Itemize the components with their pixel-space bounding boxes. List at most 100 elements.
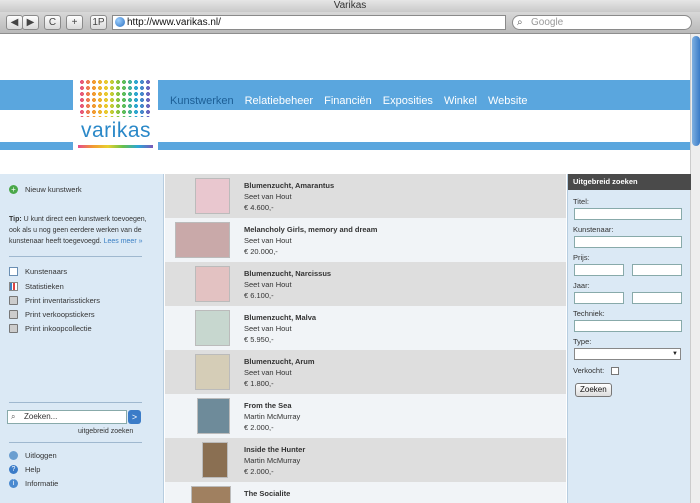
- printer-icon: [9, 296, 18, 305]
- sidebar-item-info[interactable]: i Informatie: [9, 479, 58, 488]
- artwork-price: € 4.600,-: [244, 203, 274, 212]
- add-icon: +: [9, 185, 18, 194]
- artwork-title[interactable]: From the Sea: [244, 401, 292, 410]
- logo-dots-graphic: [79, 79, 151, 117]
- sidebar-item-statistieken[interactable]: Statistieken: [9, 282, 64, 291]
- search-submit-button[interactable]: Zoeken: [575, 383, 612, 397]
- artwork-price: € 2.000,-: [244, 423, 274, 432]
- artwork-title[interactable]: Inside the Hunter: [244, 445, 305, 454]
- sidebar-item-label: Help: [25, 465, 41, 474]
- title-field[interactable]: [574, 208, 682, 220]
- nav-financien[interactable]: Financiën: [324, 80, 372, 110]
- quick-search-placeholder: Zoeken...: [24, 412, 58, 421]
- nav-kunstwerken[interactable]: Kunstwerken: [170, 80, 234, 110]
- artwork-thumbnail[interactable]: [191, 486, 231, 503]
- artwork-thumbnail[interactable]: [175, 222, 230, 258]
- artwork-row[interactable]: The Socialite: [165, 482, 566, 503]
- artwork-artist: Seet van Hout: [244, 368, 292, 377]
- artwork-price: € 6.100,-: [244, 291, 274, 300]
- nav-website[interactable]: Website: [488, 80, 528, 110]
- password-button[interactable]: 1P: [90, 15, 107, 30]
- artwork-row[interactable]: Melancholy Girls, memory and dream Seet …: [165, 218, 566, 262]
- reload-button[interactable]: C: [44, 15, 61, 30]
- artwork-thumbnail[interactable]: [195, 266, 230, 302]
- sidebar-divider: [9, 442, 142, 443]
- year-label: Jaar:: [573, 281, 590, 290]
- artwork-title[interactable]: The Socialite: [244, 489, 290, 498]
- read-more-link[interactable]: Lees meer »: [104, 238, 143, 245]
- artwork-thumbnail[interactable]: [195, 310, 230, 346]
- nav-exposities[interactable]: Exposities: [383, 80, 433, 110]
- add-bookmark-button[interactable]: +: [66, 15, 83, 30]
- logo-text: varikas: [81, 119, 152, 142]
- artwork-thumbnail[interactable]: [195, 354, 230, 390]
- help-icon: ?: [9, 465, 18, 474]
- price-label: Prijs:: [573, 253, 590, 262]
- artwork-row[interactable]: Blumenzucht, Amarantus Seet van Hout € 4…: [165, 174, 566, 218]
- artwork-title[interactable]: Blumenzucht, Narcissus: [244, 269, 331, 278]
- artist-field[interactable]: [574, 236, 682, 248]
- advanced-search-link[interactable]: uitgebreid zoeken: [78, 428, 133, 435]
- artwork-row[interactable]: From the Sea Martin McMurray € 2.000,-: [165, 394, 566, 438]
- artwork-artist: Seet van Hout: [244, 280, 292, 289]
- sidebar-item-label: Print inventarisstickers: [25, 296, 101, 305]
- sidebar-item-help[interactable]: ? Help: [9, 465, 40, 474]
- sidebar-divider: [9, 402, 142, 403]
- artwork-artist: Seet van Hout: [244, 236, 292, 245]
- sidebar-item-label: Print inkoopcollectie: [25, 324, 92, 333]
- sidebar-item-print-purchase[interactable]: Print inkoopcollectie: [9, 324, 92, 333]
- artwork-row[interactable]: Blumenzucht, Malva Seet van Hout € 5.950…: [165, 306, 566, 350]
- google-search-field[interactable]: ⌕ Google: [512, 15, 692, 30]
- nav-relatiebeheer[interactable]: Relatiebeheer: [245, 80, 314, 110]
- sidebar-item-label: Uitloggen: [25, 451, 57, 460]
- browser-toolbar: ◀ ▶ C + 1P http://www.varikas.nl/ ⌕ Goog…: [0, 12, 700, 34]
- technique-field[interactable]: [574, 320, 682, 332]
- url-text: http://www.varikas.nl/: [127, 17, 221, 28]
- price-max-field[interactable]: [632, 264, 682, 276]
- google-search-placeholder: Google: [531, 17, 564, 28]
- sold-checkbox[interactable]: [611, 367, 619, 375]
- artwork-title[interactable]: Melancholy Girls, memory and dream: [244, 225, 377, 234]
- year-max-field[interactable]: [632, 292, 682, 304]
- site-logo[interactable]: varikas: [73, 73, 158, 151]
- artwork-row[interactable]: Blumenzucht, Narcissus Seet van Hout € 6…: [165, 262, 566, 306]
- quick-search-go-button[interactable]: >: [128, 410, 141, 424]
- printer-icon: [9, 310, 18, 319]
- artwork-row[interactable]: Blumenzucht, Arum Seet van Hout € 1.800,…: [165, 350, 566, 394]
- chevron-down-icon: ▼: [672, 351, 678, 357]
- year-min-field[interactable]: [574, 292, 624, 304]
- artwork-thumbnail[interactable]: [202, 442, 228, 478]
- artwork-thumbnail[interactable]: [197, 398, 230, 434]
- sold-label: Verkocht:: [573, 366, 605, 375]
- artwork-thumbnail[interactable]: [195, 178, 230, 214]
- tip-label: Tip:: [9, 216, 22, 223]
- new-artwork-link[interactable]: + Nieuw kunstwerk: [9, 185, 82, 194]
- scrollbar-thumb[interactable]: [692, 36, 700, 146]
- forward-button[interactable]: ▶: [22, 15, 39, 30]
- artwork-row[interactable]: Inside the Hunter Martin McMurray € 2.00…: [165, 438, 566, 482]
- sidebar-item-print-inventory[interactable]: Print inventarisstickers: [9, 296, 100, 305]
- quick-search-input[interactable]: ⌕ Zoeken...: [7, 410, 127, 424]
- artwork-price: € 2.000,-: [244, 467, 274, 476]
- back-button[interactable]: ◀: [6, 15, 23, 30]
- nav-winkel[interactable]: Winkel: [444, 80, 477, 110]
- price-min-field[interactable]: [574, 264, 624, 276]
- sidebar-divider: [9, 256, 142, 257]
- url-field[interactable]: http://www.varikas.nl/: [112, 15, 506, 30]
- sidebar-item-label: Statistieken: [25, 282, 64, 291]
- sidebar-item-kunstenaars[interactable]: Kunstenaars: [9, 267, 67, 276]
- printer-icon: [9, 324, 18, 333]
- sidebar-item-print-sales[interactable]: Print verkoopstickers: [9, 310, 95, 319]
- logo-stripe: [78, 145, 153, 148]
- artist-label: Kunstenaar:: [573, 225, 614, 234]
- globe-icon: [115, 17, 125, 27]
- artwork-title[interactable]: Blumenzucht, Malva: [244, 313, 316, 322]
- type-select[interactable]: ▼: [574, 348, 681, 360]
- artwork-artist: Seet van Hout: [244, 192, 292, 201]
- artwork-title[interactable]: Blumenzucht, Amarantus: [244, 181, 334, 190]
- sidebar-item-logout[interactable]: Uitloggen: [9, 451, 57, 460]
- artwork-list: Blumenzucht, Amarantus Seet van Hout € 4…: [165, 174, 566, 503]
- artwork-title[interactable]: Blumenzucht, Arum: [244, 357, 315, 366]
- info-icon: i: [9, 479, 18, 488]
- page-scrollbar[interactable]: [690, 34, 700, 503]
